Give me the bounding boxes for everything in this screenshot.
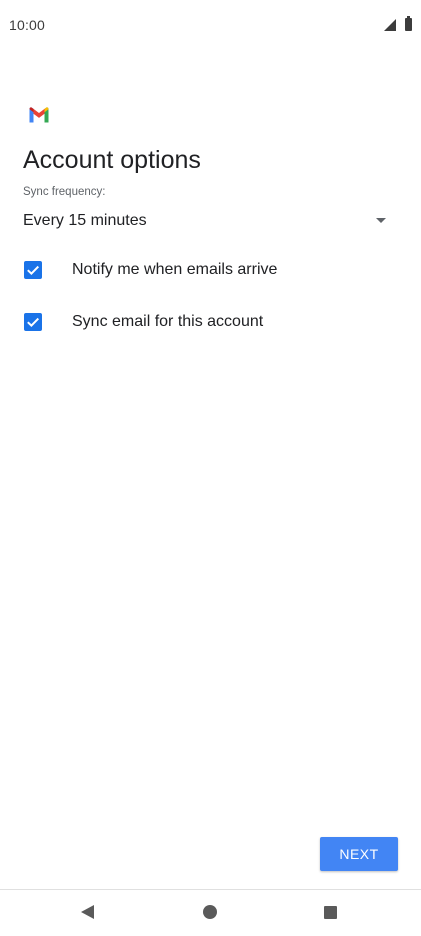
notify-emails-option[interactable]: Notify me when emails arrive <box>23 255 393 285</box>
sync-frequency-value: Every 15 minutes <box>23 212 147 229</box>
back-icon[interactable] <box>81 905 94 919</box>
navigation-bar <box>0 890 421 936</box>
sync-frequency-select[interactable]: Every 15 minutes <box>23 206 393 236</box>
recents-icon[interactable] <box>324 906 337 919</box>
sync-email-checkbox[interactable] <box>24 313 42 331</box>
status-time: 10:00 <box>9 17 46 33</box>
dropdown-arrow-icon <box>376 218 386 223</box>
battery-icon <box>405 16 412 31</box>
checkmark-icon <box>27 265 40 275</box>
next-button[interactable]: NEXT <box>320 837 398 871</box>
notify-emails-checkbox[interactable] <box>24 261 42 279</box>
sync-email-label: Sync email for this account <box>72 313 264 330</box>
notify-emails-label: Notify me when emails arrive <box>72 261 278 278</box>
signal-icon <box>384 19 396 31</box>
page-title: Account options <box>23 146 201 174</box>
status-bar: 10:00 <box>0 0 421 52</box>
checkmark-icon <box>27 317 40 327</box>
gmail-icon <box>28 106 50 123</box>
home-icon[interactable] <box>203 905 217 919</box>
account-options-screen: 10:00 Account options Sync frequency: Ev… <box>0 0 421 936</box>
sync-email-option[interactable]: Sync email for this account <box>23 307 393 337</box>
sync-frequency-label: Sync frequency: <box>23 186 106 198</box>
